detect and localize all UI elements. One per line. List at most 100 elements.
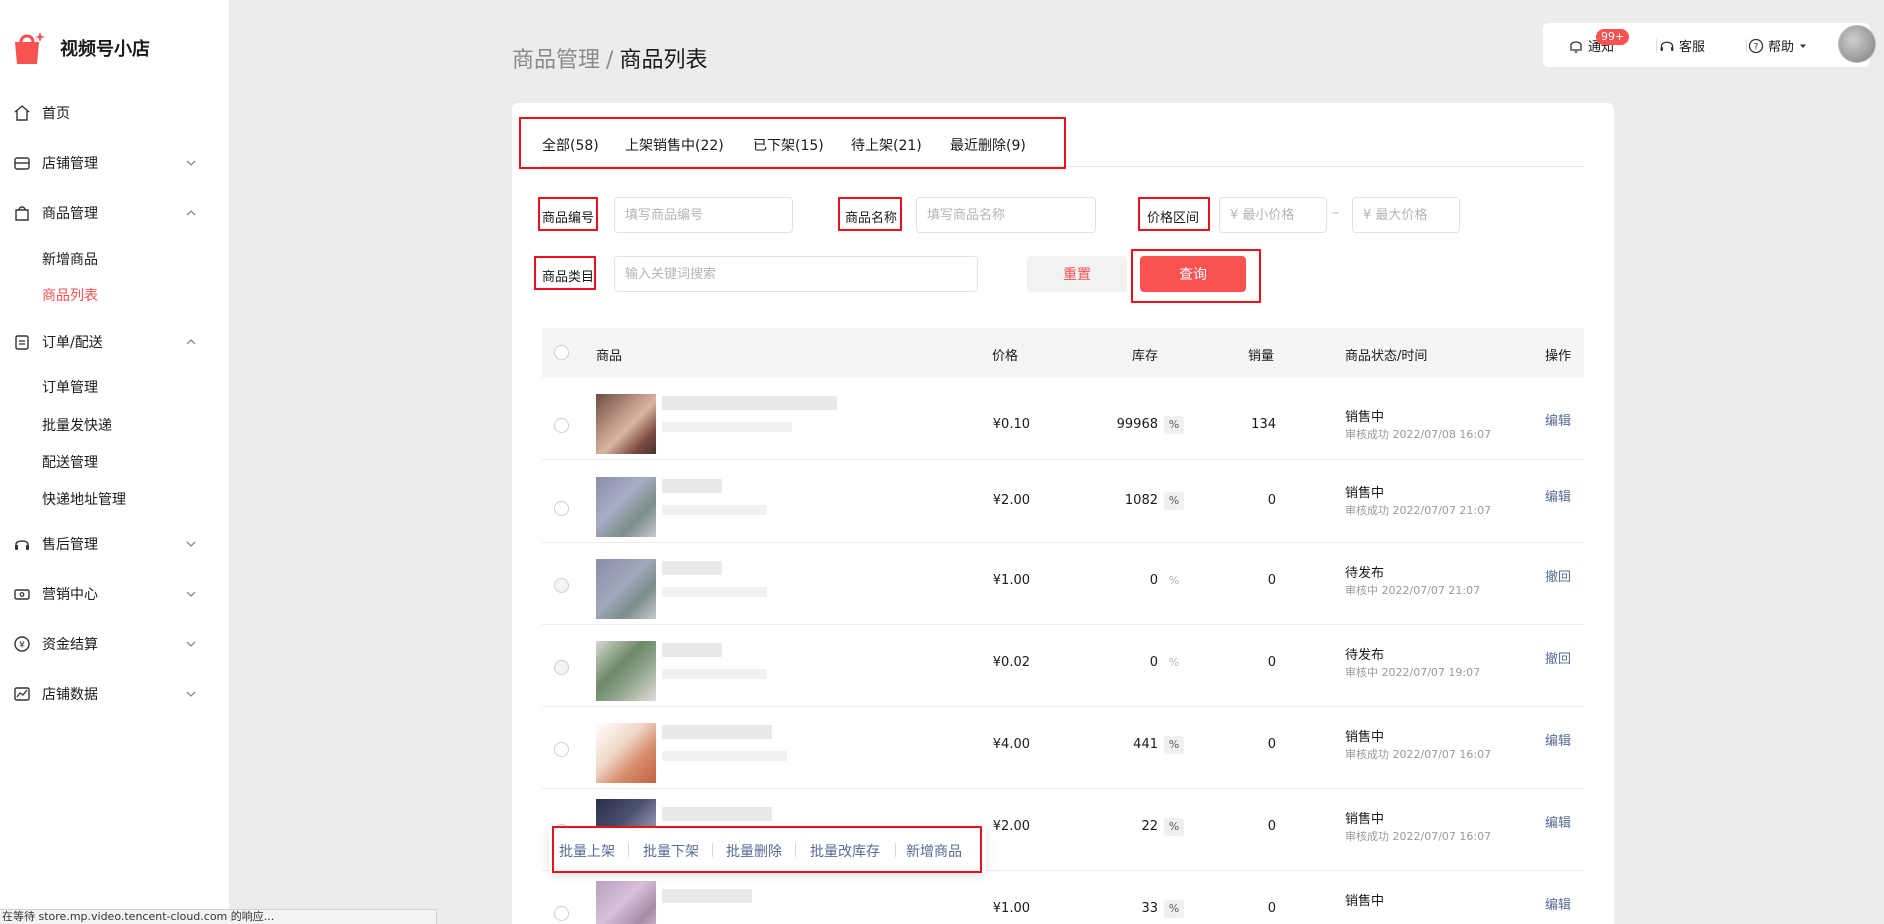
help-dropdown[interactable]: ? 帮助 [1748,36,1808,55]
stock-edit-tag[interactable]: % [1164,900,1184,918]
breadcrumb-separator: / [606,48,614,73]
headset-icon [1660,41,1674,51]
table-row: ¥0.02 0 % 0 待发布 审核中 2022/07/07 19:07 撤回 [542,625,1584,707]
row-select-radio[interactable] [554,418,569,433]
withdraw-link[interactable]: 撤回 [1545,566,1571,585]
yen-icon: ¥ [14,636,30,652]
stock-cell: 99968 [1116,417,1158,432]
breadcrumb-current: 商品列表 [619,48,708,73]
product-thumbnail[interactable] [596,477,656,537]
nav-store-management[interactable]: 店铺管理 [0,145,229,181]
stock-cell: 441 [1133,737,1158,752]
query-button[interactable]: 查询 [1140,256,1246,292]
header-product: 商品 [596,349,623,364]
product-title-blurred [662,725,772,739]
nav-sub-order-management[interactable]: 订单管理 [42,377,98,397]
edit-link[interactable]: 编辑 [1545,410,1571,429]
price-cell: ¥0.10 [992,417,1030,432]
min-price-input[interactable] [1219,197,1327,233]
stock-edit-tag: % [1168,656,1180,669]
row-select-radio[interactable] [554,742,569,757]
row-select-radio[interactable] [554,501,569,516]
row-select-radio[interactable] [554,578,569,593]
logo[interactable]: 视频号小店 [10,30,150,66]
category-search-input[interactable] [614,256,978,292]
nav-sub-bulk-shipping[interactable]: 批量发快递 [42,415,112,435]
home-icon [14,105,30,121]
table-row: ¥1.00 0 % 0 待发布 审核中 2022/07/07 21:07 撤回 [542,543,1584,625]
customer-service-button[interactable]: 客服 [1659,36,1705,55]
sales-cell: 0 [1267,737,1276,752]
edit-link[interactable]: 编辑 [1545,894,1571,913]
nav-label-product-management: 商品管理 [42,206,98,222]
product-thumbnail[interactable] [596,559,656,619]
nav-store-data[interactable]: 店铺数据 [0,676,229,712]
bulk-edit-stock-button[interactable]: 批量改库存 [810,841,880,861]
sales-cell: 0 [1267,573,1276,588]
price-cell: ¥0.02 [992,655,1030,670]
breadcrumb-parent[interactable]: 商品管理 [512,48,600,73]
nav-sub-delivery-management[interactable]: 配送管理 [42,452,98,472]
add-product-button[interactable]: 新增商品 [906,841,962,861]
nav-orders-delivery[interactable]: 订单/配送 [0,324,229,360]
nav-sub-product-list[interactable]: 商品列表 [42,285,98,305]
bulk-delist-button[interactable]: 批量下架 [643,841,699,861]
filter-label-name: 商品名称 [845,211,898,226]
product-list-card: 全部(58) 上架销售中(22) 已下架(15) 待上架(21) 最近删除(9)… [512,103,1614,924]
product-subtitle-blurred [662,751,787,761]
bulk-delete-button[interactable]: 批量删除 [726,841,782,861]
row-select-radio[interactable] [554,660,569,675]
table-row: ¥0.10 99968 % 134 销售中 审核成功 2022/07/08 16… [542,378,1584,460]
withdraw-link[interactable]: 撤回 [1545,648,1571,667]
bulk-list-button[interactable]: 批量上架 [559,841,615,861]
stock-cell: 22 [1141,819,1158,834]
status-text: 销售中 [1345,812,1385,827]
status-time: 审核中 2022/07/07 21:07 [1345,584,1481,597]
stock-cell: 33 [1141,901,1158,916]
table-header: 商品 价格 库存 销量 商品状态/时间 操作 [542,328,1584,378]
tab-all[interactable]: 全部(58) [542,135,599,155]
reset-button[interactable]: 重置 [1027,256,1127,292]
stock-edit-tag[interactable]: % [1164,736,1184,754]
max-price-input[interactable] [1352,197,1460,233]
status-text: 销售中 [1345,894,1385,909]
chevron-down-icon [186,541,196,547]
edit-link[interactable]: 编辑 [1545,486,1571,505]
status-time: 审核成功 2022/07/07 21:07 [1345,504,1492,517]
nav-home[interactable]: 首页 [0,95,229,131]
edit-link[interactable]: 编辑 [1545,730,1571,749]
nav-after-sales[interactable]: 售后管理 [0,526,229,562]
nav-marketing[interactable]: 营销中心 [0,576,229,612]
bulk-divider [712,843,713,857]
toolbar-divider [1746,39,1747,53]
product-thumbnail[interactable] [596,881,656,924]
edit-link[interactable]: 编辑 [1545,812,1571,831]
stock-edit-tag[interactable]: % [1164,818,1184,836]
nav-settlement[interactable]: ¥ 资金结算 [0,626,229,662]
tab-on-sale[interactable]: 上架销售中(22) [625,135,724,155]
stock-cell: 1082 [1124,493,1158,508]
stock-edit-tag[interactable]: % [1164,416,1184,434]
filter-label-price: 价格区间 [1147,211,1200,226]
sales-cell: 0 [1267,493,1276,508]
nav-sub-add-product[interactable]: 新增商品 [42,249,98,269]
tab-off-shelf[interactable]: 已下架(15) [753,135,824,155]
nav-label-after-sales: 售后管理 [42,537,98,553]
row-select-radio[interactable] [554,906,569,921]
tab-pending[interactable]: 待上架(21) [851,135,922,155]
stock-cell: 0 [1149,655,1158,670]
stock-edit-tag[interactable]: % [1164,492,1184,510]
product-code-input[interactable] [614,197,793,233]
user-avatar[interactable] [1838,25,1876,63]
product-thumbnail[interactable] [596,641,656,701]
product-thumbnail[interactable] [596,394,656,454]
nav-sub-shipping-address[interactable]: 快递地址管理 [42,489,126,509]
tab-recently-deleted[interactable]: 最近删除(9) [950,135,1026,155]
breadcrumb: 商品管理 / 商品列表 [512,42,707,74]
product-name-input[interactable] [916,197,1096,233]
product-thumbnail[interactable] [596,723,656,783]
select-all-radio[interactable] [554,345,569,360]
bag-icon [15,206,29,221]
nav-product-management[interactable]: 商品管理 [0,195,229,231]
chevron-up-icon [186,339,196,345]
